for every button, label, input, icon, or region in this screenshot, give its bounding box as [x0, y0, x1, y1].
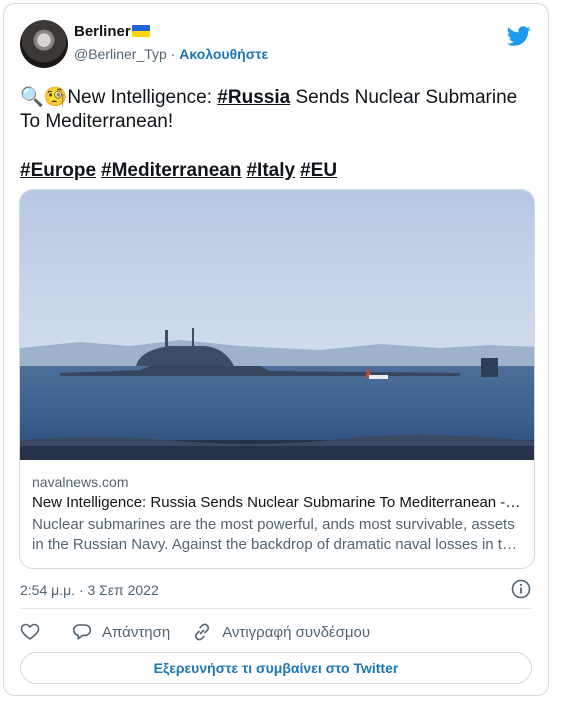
author-handle[interactable]: @Berliner_Typ — [74, 46, 167, 62]
hashtag-list: #Europe #Mediterranean #Italy #EU — [20, 159, 342, 183]
submarine-photo-image — [20, 190, 534, 460]
reply-label: Απάντηση — [102, 623, 171, 641]
tweet-text: 🔍🧐New Intelligence: #Russia Sends Nuclea… — [20, 86, 535, 134]
reply-bubble-icon — [72, 624, 92, 640]
tweet-timestamp[interactable]: 2:54 μ.μ. · 3 Σεπ 2022 — [20, 582, 159, 598]
author-display-name[interactable]: Berliner — [74, 23, 131, 40]
explore-twitter-button[interactable]: Εξερευνήστε τι συμβαίνει στο Twitter — [20, 652, 532, 684]
action-bar: Απάντηση Αντιγραφή συνδέσμου — [20, 619, 392, 645]
link-preview-card[interactable]: navalnews.com New Intelligence: Russia S… — [19, 189, 535, 569]
link-icon — [195, 623, 210, 641]
info-icon[interactable] — [511, 579, 531, 599]
like-button[interactable] — [20, 622, 50, 642]
copy-link-button[interactable]: Αντιγραφή συνδέσμου — [192, 622, 370, 642]
link-domain: navalnews.com — [32, 474, 129, 490]
tweet-embed-card: Berliner @Berliner_Typ · Ακολουθήστε 🔍🧐N… — [3, 3, 549, 696]
link-title: New Intelligence: Russia Sends Nuclear S… — [32, 494, 522, 511]
reply-button[interactable]: Απάντηση — [72, 622, 170, 642]
hashtag-italy[interactable]: #Italy — [246, 160, 295, 181]
hashtag-eu[interactable]: #EU — [300, 160, 337, 181]
separator-dot: · — [170, 46, 176, 62]
hashtag-russia[interactable]: #Russia — [217, 87, 290, 108]
tweet-text-start: New Intelligence: — [67, 87, 218, 108]
submarine-photo[interactable] — [20, 190, 534, 460]
avatar[interactable] — [20, 20, 68, 68]
divider — [20, 608, 532, 609]
hashtag-mediterranean[interactable]: #Mediterranean — [101, 160, 241, 181]
follow-button[interactable]: Ακολουθήστε — [179, 46, 268, 62]
hashtag-europe[interactable]: #Europe — [20, 160, 96, 181]
tweet-emoji: 🔍🧐 — [20, 87, 68, 108]
twitter-bird-icon[interactable] — [507, 24, 531, 48]
author-block: Berliner @Berliner_Typ · Ακολουθήστε — [74, 22, 268, 64]
link-description: Nuclear submarines are the most powerful… — [32, 516, 519, 553]
copy-link-label: Αντιγραφή συνδέσμου — [222, 623, 371, 641]
heart-icon — [20, 623, 40, 640]
ukraine-flag-icon — [131, 25, 150, 37]
